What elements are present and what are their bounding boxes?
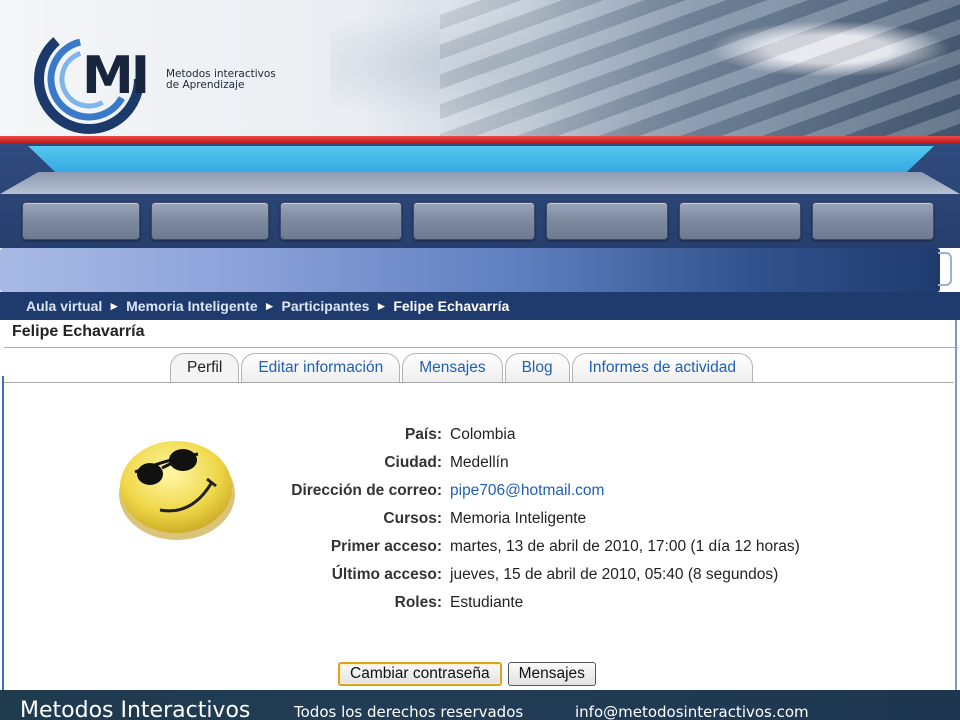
label-ultimo-acceso: Último acceso:	[331, 566, 442, 583]
tab-blog[interactable]: Blog	[504, 353, 570, 382]
title-divider	[4, 347, 958, 348]
value-cursos: Memoria Inteligente	[450, 510, 587, 527]
main-navigation	[0, 144, 960, 248]
avatar	[119, 441, 235, 540]
label-cursos: Cursos:	[383, 510, 442, 527]
nav-button-4[interactable]	[413, 202, 535, 240]
keyboard-hands-photo	[440, 0, 960, 140]
profile-row-ultimo-acceso: Último acceso: jueves, 15 de abril de 20…	[240, 564, 860, 586]
profile-row-email: Dirección de correo: pipe706@hotmail.com	[240, 480, 860, 502]
breadcrumb-separator-icon: ►	[263, 299, 276, 313]
tab-perfil[interactable]: Perfil	[170, 353, 240, 382]
label-primer-acceso: Primer acceso:	[330, 538, 442, 555]
profile-row-primer-acceso: Primer acceso: martes, 13 de abril de 20…	[240, 536, 860, 558]
site-logo[interactable]: MI Metodos interactivos de Aprendizaje	[34, 24, 324, 134]
footer-rights: Todos los derechos reservados	[294, 703, 524, 720]
footer-email-link[interactable]: info@metodosinteractivos.com	[575, 703, 809, 720]
content-left-border	[2, 376, 4, 690]
profile-row-pais: País: Colombia	[240, 424, 860, 446]
tab-mensajes[interactable]: Mensajes	[402, 353, 503, 382]
label-pais: País:	[404, 426, 442, 443]
nav-button-7[interactable]	[812, 202, 934, 240]
decorative-gradient-bar	[0, 248, 940, 292]
nav-grey-bar	[0, 172, 960, 194]
profile-row-ciudad: Ciudad: Medellín	[240, 452, 860, 474]
site-footer: Metodos Interactivos Todos los derechos …	[0, 690, 960, 720]
label-email: Dirección de correo:	[291, 482, 442, 499]
nav-button-1[interactable]	[22, 202, 140, 240]
breadcrumb-participants[interactable]: Participantes	[282, 298, 370, 314]
profile-details: País: Colombia Ciudad: Medellín Direcció…	[240, 424, 860, 620]
value-primer-acceso: martes, 13 de abril de 2010, 17:00 (1 dí…	[450, 538, 800, 555]
logo-tagline: Metodos interactivos de Aprendizaje	[166, 69, 276, 91]
profile-actions: Cambiar contraseña Mensajes	[338, 662, 596, 686]
breadcrumb-current-user: Felipe Echavarría	[393, 298, 510, 314]
nav-button-5[interactable]	[546, 202, 668, 240]
breadcrumb-aula-virtual[interactable]: Aula virtual	[26, 298, 102, 314]
breadcrumb-course[interactable]: Memoria Inteligente	[126, 298, 257, 314]
nav-light-strip	[28, 146, 934, 172]
breadcrumb-separator-icon: ►	[108, 299, 121, 313]
nav-button-3[interactable]	[280, 202, 402, 240]
site-header: MI Metodos interactivos de Aprendizaje	[0, 0, 960, 140]
tab-informes-de-actividad[interactable]: Informes de actividad	[571, 353, 753, 382]
messages-button[interactable]: Mensajes	[507, 662, 596, 686]
value-ciudad: Medellín	[450, 454, 509, 471]
header-red-divider	[0, 136, 960, 144]
logo-mi-text: MI	[82, 46, 150, 106]
content-right-border	[955, 320, 957, 690]
profile-tabs: Perfil Editar información Mensajes Blog …	[170, 353, 753, 383]
nav-button-row	[22, 202, 946, 240]
value-ultimo-acceso: jueves, 15 de abril de 2010, 05:40 (8 se…	[450, 566, 779, 583]
tabs-baseline	[4, 382, 954, 383]
label-ciudad: Ciudad:	[384, 454, 442, 471]
nav-button-6[interactable]	[679, 202, 801, 240]
footer-brand: Metodos Interactivos	[20, 698, 251, 720]
decorative-bar-edge	[938, 252, 952, 286]
breadcrumb-separator-icon: ►	[375, 299, 388, 313]
change-password-button[interactable]: Cambiar contraseña	[338, 662, 502, 686]
value-roles: Estudiante	[450, 594, 524, 611]
nav-button-2[interactable]	[151, 202, 269, 240]
email-link[interactable]: pipe706@hotmail.com	[450, 480, 840, 502]
profile-row-cursos: Cursos: Memoria Inteligente	[240, 508, 860, 530]
tab-editar-informacion[interactable]: Editar información	[241, 353, 401, 382]
value-pais: Colombia	[450, 426, 516, 443]
label-roles: Roles:	[394, 594, 442, 611]
breadcrumb: Aula virtual ► Memoria Inteligente ► Par…	[0, 292, 960, 320]
profile-row-roles: Roles: Estudiante	[240, 592, 860, 614]
logo-tagline-line2: de Aprendizaje	[166, 79, 245, 91]
main-content: Felipe Echavarría Perfil Editar informac…	[0, 320, 960, 690]
page-title: Felipe Echavarría	[12, 323, 145, 340]
